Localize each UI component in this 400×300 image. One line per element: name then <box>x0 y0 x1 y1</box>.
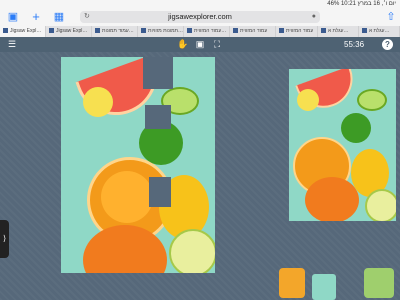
lemon-slice <box>83 87 113 117</box>
menu-icon[interactable]: ☰ <box>6 38 18 51</box>
fullscreen-icon[interactable]: ⛶ <box>211 38 223 51</box>
tab-item[interactable]: עמוד המזווית <box>230 26 276 37</box>
tab-item[interactable]: עמוד המזווית… <box>184 26 230 37</box>
missing-slot <box>143 57 173 89</box>
orange-slice-inner <box>101 171 153 223</box>
missing-slot <box>145 105 171 129</box>
lock-icon: ● <box>311 13 316 20</box>
sidebar-icon[interactable]: ▣ <box>6 10 20 24</box>
timer: 55:36 <box>344 40 365 49</box>
tab-item[interactable]: עמוד תמונות… <box>92 26 138 37</box>
preview-image <box>289 69 396 221</box>
tab-item[interactable]: Jigsaw Expl… <box>0 26 46 37</box>
lime-wedge <box>357 89 387 111</box>
browser-toolbar: ▣ + ▦ ↻ jigsawexplorer.com ● ⇧ <box>0 8 400 26</box>
loose-piece[interactable] <box>279 268 305 298</box>
tab-item[interactable]: Jigsaw Expl… <box>46 26 92 37</box>
reload-icon[interactable]: ↻ <box>84 11 90 23</box>
add-tab-icon[interactable]: + <box>29 10 43 24</box>
address-text: jigsawexplorer.com <box>168 12 232 21</box>
tab-item[interactable]: תמונות מזוויות… <box>138 26 184 37</box>
lemon-slice <box>297 89 319 111</box>
image-icon[interactable]: ▣ <box>194 38 206 51</box>
status-bar: יום ו׳, 16 במרץ 10:21 46% <box>0 0 400 8</box>
orange-whole <box>305 177 359 221</box>
loose-piece[interactable] <box>364 268 394 298</box>
tab-item[interactable]: עמוד המזווית <box>276 26 318 37</box>
lime-slice <box>365 189 396 221</box>
game-toolbar: ☰ ✋ ▣ ⛶ 55:36 ? <box>0 37 400 52</box>
loose-piece[interactable] <box>312 274 336 300</box>
share-icon[interactable]: ⇧ <box>384 10 398 24</box>
address-bar[interactable]: ↻ jigsawexplorer.com ● <box>80 11 320 23</box>
side-panel-handle[interactable]: ⟩ <box>0 220 9 258</box>
lime-slice <box>169 229 215 273</box>
assembled-puzzle[interactable] <box>61 57 215 273</box>
lime <box>341 113 371 143</box>
tab-item[interactable]: עגלת א… <box>359 26 400 37</box>
puzzle-board[interactable]: ⟩ <box>0 52 400 300</box>
tabs-overview-icon[interactable]: ▦ <box>52 10 66 24</box>
hand-icon[interactable]: ✋ <box>177 38 189 51</box>
tab-item[interactable]: עגלת א… <box>318 26 359 37</box>
status-text: יום ו׳, 16 במרץ 10:21 46% <box>327 1 396 7</box>
help-icon[interactable]: ? <box>382 39 393 50</box>
missing-slot <box>149 177 171 207</box>
